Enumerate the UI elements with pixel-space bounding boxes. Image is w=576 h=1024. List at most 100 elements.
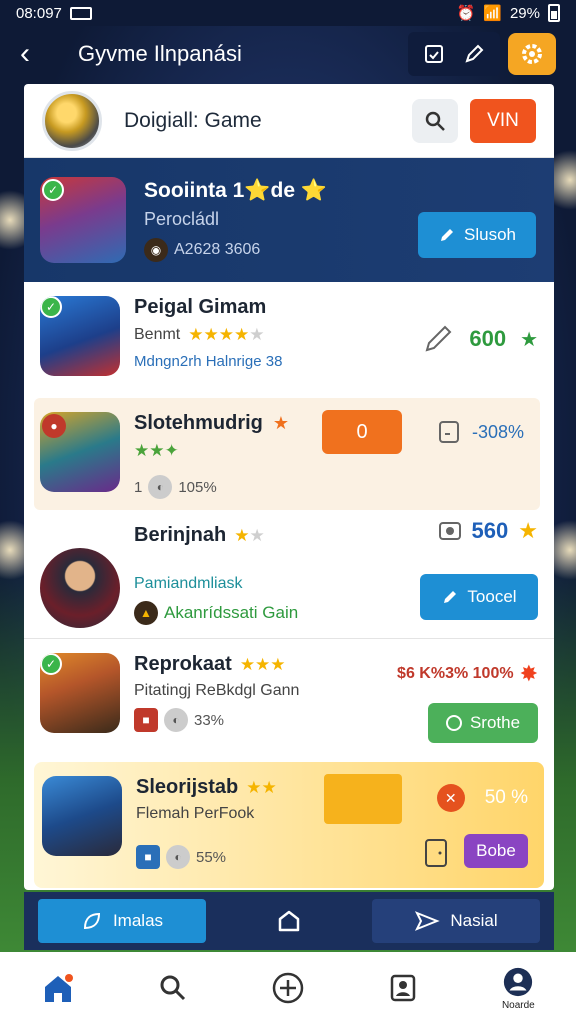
check-icon: ✓	[40, 296, 62, 318]
game-row[interactable]: Sleorijstab ★★ Flemah PerFook ■ ◐ 55% ✕ …	[34, 762, 544, 888]
game-value: -308%	[471, 421, 524, 442]
game-title: Peigal Gimam	[134, 296, 267, 318]
coin-icon: ▲	[134, 601, 158, 625]
info-icon: ◐	[166, 845, 190, 869]
game-meta: 55%	[196, 848, 227, 866]
back-arrow-icon[interactable]: ‹	[20, 37, 60, 71]
rating-stars: ★★	[234, 525, 265, 545]
leaf-icon	[83, 912, 100, 930]
wifi-icon: 📶	[483, 5, 502, 22]
edit-button[interactable]	[454, 36, 494, 72]
app-bar: ‹ Gyvme Ilnpanási	[0, 26, 576, 82]
game-subtitle: Benmt	[134, 326, 181, 343]
search-icon	[160, 975, 185, 1001]
check-icon: ✓	[40, 653, 62, 675]
pencil-icon[interactable]	[421, 322, 455, 356]
game-row[interactable]: Berinjnah ★★ Pamiandmliask ▲ Akanrídssat…	[24, 510, 554, 638]
search-button[interactable]	[412, 98, 458, 143]
alarm-icon: ⏰	[456, 5, 476, 22]
home-icon	[44, 974, 73, 1002]
srothe-button[interactable]: Srothe	[428, 703, 538, 743]
bobe-button[interactable]: Bobe	[464, 834, 528, 868]
photo-icon[interactable]	[438, 520, 462, 542]
star-icon: ★	[518, 518, 538, 543]
game-meta: 33%	[194, 711, 225, 729]
badge-icon: ●	[42, 414, 66, 438]
game-value: 560	[471, 518, 509, 543]
game-avatar: ●	[40, 412, 120, 492]
star-icon: ★	[272, 413, 290, 433]
gold-action-button[interactable]	[324, 774, 402, 824]
nav-profile[interactable]: Noarde	[478, 958, 558, 1018]
game-title: Slotehmudrig	[134, 412, 263, 434]
toocel-button-label: Toocel	[467, 587, 517, 606]
card-title: Doigiall: Game	[124, 108, 262, 132]
gear-icon	[522, 44, 542, 64]
rating-stars: ★★	[246, 777, 277, 797]
featured-game[interactable]: ✓ Sooiinta 1⭐de ⭐ Perocládl ◉ A2628 3606…	[24, 158, 554, 282]
circle-icon	[445, 715, 462, 731]
game-logo	[42, 90, 102, 151]
clipboard-icon[interactable]	[438, 420, 460, 444]
toocel-button[interactable]: Toocel	[420, 574, 538, 620]
rating-stars: ★★★★★	[188, 325, 265, 344]
page-title: Gyvme Ilnpanási	[78, 41, 242, 66]
srothe-button-label: Srothe	[469, 713, 521, 732]
game-avatar	[42, 776, 122, 856]
game-meta-count: 1	[134, 478, 143, 496]
info-icon: ◐	[164, 708, 188, 732]
status-bar: 08:097 ⏰ 📶 29%	[0, 0, 576, 26]
profile-label: Noarde	[501, 999, 535, 1011]
featured-title: Sooiinta 1⭐de ⭐	[144, 178, 327, 202]
status-time: 08:097	[16, 4, 62, 22]
game-avatar: ✓	[40, 296, 120, 376]
badge-icon: ■	[136, 845, 160, 869]
orange-action-button[interactable]: 0	[322, 410, 402, 454]
checklist-button[interactable]	[414, 36, 454, 72]
profile-icon	[504, 967, 533, 996]
vin-button[interactable]: VIN	[470, 98, 536, 143]
imalas-button[interactable]: Imalas	[38, 899, 206, 943]
nav-search[interactable]	[133, 958, 213, 1018]
pencil-icon	[441, 229, 453, 241]
notification-icon	[69, 6, 92, 20]
slush-button-label: Slusoh	[464, 225, 516, 244]
game-list-card: Doigiall: Game VIN ✓ Sooiinta 1⭐de ⭐ Per…	[24, 84, 554, 890]
game-row[interactable]: ● Slotehmudrig ★ ★★✦ 1 ◐ 105% 0 -308%	[34, 398, 540, 510]
game-title: Reprokaat	[134, 653, 232, 675]
battery-icon	[548, 4, 560, 22]
game-title: Berinjnah	[134, 524, 227, 546]
game-value: 50 %	[484, 787, 528, 808]
featured-meta: A2628 3606	[174, 240, 261, 258]
settings-button[interactable]	[508, 33, 556, 75]
game-row[interactable]: ✓ Reprokaat ★★★ Pitatingj ReBkdgl Gann ■…	[24, 638, 554, 762]
imalas-label: Imalas	[112, 911, 164, 930]
pencil-icon	[444, 591, 457, 603]
home-outline-icon[interactable]	[276, 908, 302, 934]
burst-icon: ✸	[519, 661, 538, 686]
phone-icon[interactable]	[424, 838, 448, 868]
nasial-button[interactable]: Nasial	[372, 899, 540, 943]
action-bar: Imalas Nasial	[24, 892, 554, 950]
nav-home[interactable]	[18, 958, 98, 1018]
rating-stars: ★★★	[239, 654, 286, 674]
send-icon	[415, 911, 441, 931]
check-icon: ✓	[42, 179, 64, 201]
edit-icon	[465, 44, 484, 63]
bottom-nav: Noarde	[0, 952, 576, 1024]
top-actions	[408, 32, 500, 76]
add-circle-icon	[272, 972, 304, 1004]
game-meta: 105%	[178, 478, 217, 496]
game-row[interactable]: ✓ Peigal Gimam Benmt ★★★★★ Mdngn2rh Haln…	[24, 282, 554, 398]
nav-contacts[interactable]	[363, 958, 443, 1018]
game-avatar	[40, 548, 120, 628]
card-header: Doigiall: Game VIN	[24, 84, 554, 158]
nav-add[interactable]	[248, 958, 328, 1018]
star-icon: ★	[520, 328, 538, 351]
contact-card-icon	[390, 974, 416, 1002]
battery-percent: 29%	[509, 4, 540, 22]
slush-button[interactable]: Slusoh	[418, 212, 536, 258]
cancel-icon[interactable]: ✕	[436, 784, 465, 812]
search-icon	[425, 111, 445, 131]
badge-icon: ■	[134, 708, 158, 732]
